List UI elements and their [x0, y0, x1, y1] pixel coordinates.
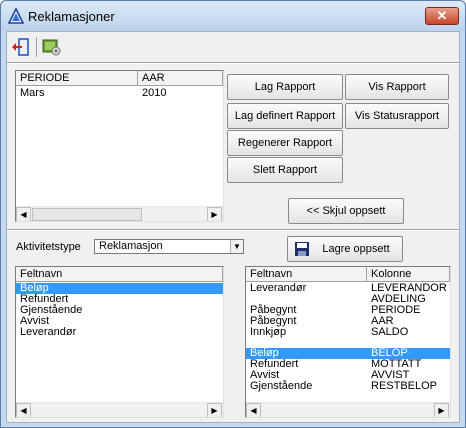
regenerer-rapport-button[interactable]: Regenerer Rapport — [227, 130, 343, 156]
vis-statusrapport-button[interactable]: Vis Statusrapport — [345, 103, 449, 129]
field-cell[interactable]: Leverandør — [246, 283, 306, 294]
toolbar-separator — [36, 37, 37, 57]
scroll-left-icon[interactable]: ◀ — [246, 403, 261, 417]
mapping-list[interactable]: Feltnavn Kolonne Leverandør LEVERANDOR A… — [245, 266, 451, 418]
window-title: Reklamasjoner — [28, 9, 115, 24]
year-cell[interactable]: 2010 — [138, 88, 166, 99]
column-header-periode[interactable]: PERIODE — [16, 71, 138, 86]
field-cell[interactable]: Innkjøp — [246, 327, 286, 338]
app-icon — [8, 8, 24, 24]
column-header-feltnavn[interactable]: Feltnavn — [16, 267, 223, 282]
vis-rapport-button[interactable]: Vis Rapport — [345, 74, 449, 100]
horizontal-scrollbar[interactable]: ◀ ▶ — [16, 206, 223, 221]
scroll-left-icon[interactable]: ◀ — [16, 207, 31, 221]
aktivitetstype-label: Aktivitetstype — [16, 241, 81, 253]
title-bar[interactable]: Reklamasjoner ✕ — [1, 1, 465, 31]
lagre-oppsett-button[interactable]: Lagre oppsett — [287, 236, 403, 262]
list-item[interactable]: Leverandør — [16, 327, 76, 338]
scroll-right-icon[interactable]: ▶ — [434, 403, 449, 417]
aktivitetstype-select[interactable]: Reklamasjon ▼ — [94, 239, 244, 254]
skjul-oppsett-button[interactable]: << Skjul oppsett — [288, 198, 404, 224]
column-header-aar[interactable]: AAR — [138, 71, 223, 86]
lagre-oppsett-label: Lagre oppsett — [322, 243, 390, 255]
column-cell[interactable]: SALDO — [367, 327, 408, 338]
client-area: PERIODE AAR Mars 2010 ◀ ▶ Lag Rapport Vi… — [6, 31, 460, 423]
scroll-right-icon[interactable]: ▶ — [207, 207, 222, 221]
horizontal-scrollbar[interactable]: ◀ ▶ — [16, 402, 223, 417]
aktivitetstype-value: Reklamasjon — [99, 240, 163, 252]
report-settings-icon[interactable] — [41, 37, 61, 57]
lag-rapport-button[interactable]: Lag Rapport — [227, 74, 343, 100]
chevron-down-icon[interactable]: ▼ — [230, 240, 243, 253]
lag-definert-rapport-button[interactable]: Lag definert Rapport — [227, 103, 343, 129]
period-cell[interactable]: Mars — [16, 88, 44, 99]
field-cell[interactable]: Gjenstående — [246, 381, 312, 392]
scroll-thumb[interactable] — [32, 208, 142, 221]
save-icon — [295, 242, 309, 256]
column-cell[interactable]: RESTBELOP — [367, 381, 437, 392]
column-header-feltnavn[interactable]: Feltnavn — [246, 267, 367, 282]
app-window: Reklamasjoner ✕ PERIODE AAR Mars 2010 ◀ — [0, 0, 466, 428]
close-button[interactable]: ✕ — [425, 7, 459, 25]
exit-icon[interactable] — [11, 37, 31, 57]
period-list[interactable]: PERIODE AAR Mars 2010 ◀ ▶ — [15, 70, 224, 222]
column-header-kolonne[interactable]: Kolonne — [367, 267, 450, 282]
horizontal-scrollbar[interactable]: ◀ ▶ — [246, 402, 450, 417]
slett-rapport-button[interactable]: Slett Rapport — [227, 157, 343, 183]
feltnavn-list[interactable]: Feltnavn Beløp Refundert Gjenstående Avv… — [15, 266, 224, 418]
scroll-right-icon[interactable]: ▶ — [207, 403, 222, 417]
scroll-left-icon[interactable]: ◀ — [16, 403, 31, 417]
